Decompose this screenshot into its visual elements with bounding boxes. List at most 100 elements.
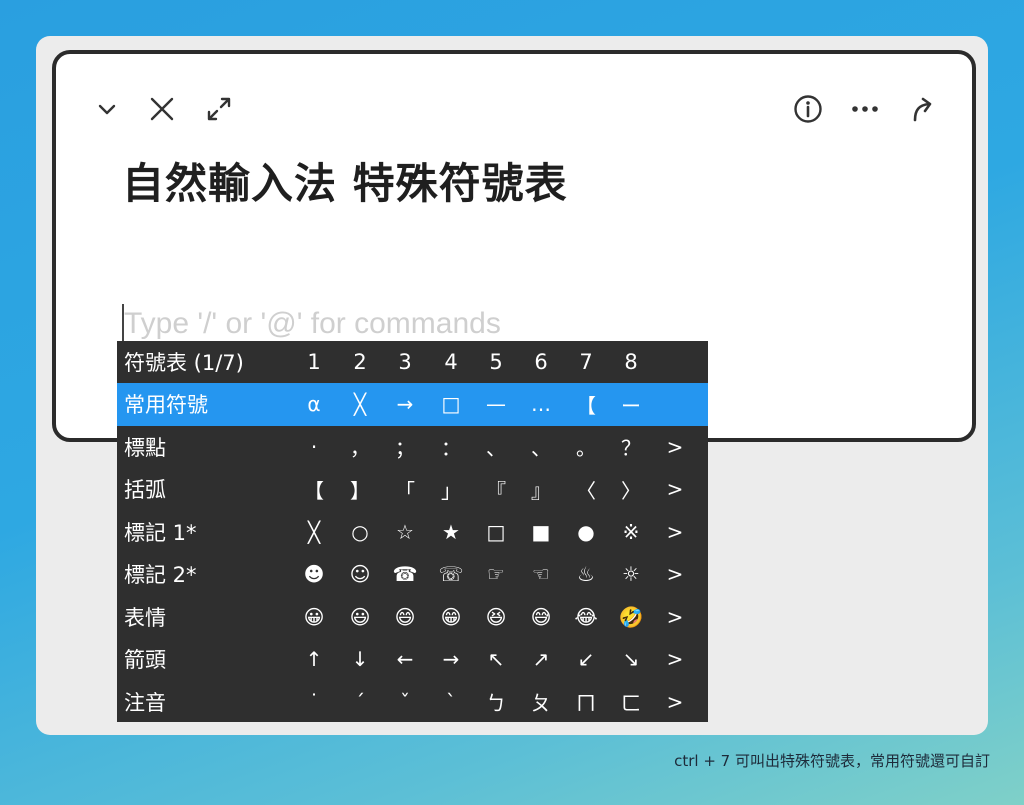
symbol-cell[interactable]: ☞ [476, 553, 516, 596]
symbol-cell[interactable]: 。 [566, 426, 606, 469]
symbol-cell[interactable]: ㄈ [611, 681, 651, 724]
row-expand-arrow[interactable]: > [665, 681, 685, 724]
symbol-cell[interactable]: ╳ [340, 383, 380, 426]
symbol-cell[interactable]: 〉 [611, 468, 651, 511]
symbol-cell[interactable]: ˊ [340, 681, 380, 724]
palette-row-marks-2[interactable]: 標記 2* ☻ ☺ ☎ ☏ ☞ ☜ ♨ ☼ > [117, 553, 708, 596]
row-expand-arrow[interactable]: > [665, 426, 685, 469]
column-number: 7 [579, 350, 593, 374]
symbol-cell[interactable]: ㄆ [521, 681, 561, 724]
column-number: 6 [534, 350, 548, 374]
column-number: 8 [624, 350, 638, 374]
expand-icon[interactable] [202, 92, 236, 126]
symbol-cell[interactable]: ； [385, 426, 425, 469]
symbol-cell[interactable]: — [476, 383, 516, 426]
symbol-cell[interactable]: → [385, 383, 425, 426]
symbol-cell[interactable]: α [294, 383, 334, 426]
symbol-cell[interactable]: ☺ [340, 553, 380, 596]
symbol-cell[interactable]: ← [385, 638, 425, 681]
symbol-cell[interactable]: 😀 [294, 596, 334, 639]
symbol-cell[interactable]: ■ [521, 511, 561, 554]
column-number: 5 [489, 350, 503, 374]
symbol-cell[interactable]: ↗ [521, 638, 561, 681]
chevron-down-icon[interactable] [90, 92, 124, 126]
symbol-cell[interactable]: ╳ [294, 511, 334, 554]
symbol-cell[interactable]: ☼ [611, 553, 651, 596]
symbol-cell[interactable]: ♨ [566, 553, 606, 596]
row-expand-arrow[interactable]: > [665, 638, 685, 681]
symbol-cell[interactable]: 😂 [566, 596, 606, 639]
command-input-placeholder[interactable]: Type '/' or '@' for commands [122, 304, 501, 344]
row-label: 括弧 [124, 478, 166, 503]
row-expand-arrow[interactable]: > [665, 511, 685, 554]
symbol-cell[interactable]: 😄 [385, 596, 425, 639]
palette-header: 符號表 (1/7) 1 2 3 4 5 6 7 8 [117, 341, 708, 383]
symbol-cell[interactable]: 🤣 [611, 596, 651, 639]
row-label: 箭頭 [124, 648, 166, 673]
column-number: 4 [444, 350, 458, 374]
palette-title: 符號表 (1/7) [124, 351, 244, 375]
column-number: 2 [353, 350, 367, 374]
symbol-cell[interactable]: ○ [340, 511, 380, 554]
palette-row-common[interactable]: 常用符號 α ╳ → □ — … 【 ー [117, 383, 708, 426]
symbol-cell[interactable]: ˋ [431, 681, 471, 724]
symbol-cell[interactable]: 、 [476, 426, 516, 469]
row-label: 標記 2* [124, 563, 197, 588]
palette-row-bopomofo[interactable]: 注音 ˙ ˊ ˇ ˋ ㄅ ㄆ ㄇ ㄈ > [117, 681, 708, 724]
row-expand-arrow[interactable]: > [665, 468, 685, 511]
symbol-cell[interactable]: ↑ [294, 638, 334, 681]
symbol-cell[interactable]: ※ [611, 511, 651, 554]
symbol-cell[interactable]: ˇ [385, 681, 425, 724]
symbol-cell[interactable]: ： [431, 426, 471, 469]
symbol-cell[interactable]: □ [431, 383, 471, 426]
symbol-cell[interactable]: ˙ [294, 681, 334, 724]
symbol-cell[interactable]: ㄇ [566, 681, 606, 724]
palette-row-punctuation[interactable]: 標點 · ， ； ： 、 、 。 ？ > [117, 426, 708, 469]
symbol-cell[interactable]: ☆ [385, 511, 425, 554]
symbol-cell[interactable]: 】 [340, 468, 380, 511]
row-expand-arrow[interactable]: > [665, 553, 685, 596]
symbol-cell[interactable]: ー [611, 383, 651, 426]
symbol-cell[interactable]: ☎ [385, 553, 425, 596]
more-icon[interactable] [848, 92, 882, 126]
row-expand-arrow[interactable]: > [665, 596, 685, 639]
symbol-cell[interactable]: ● [566, 511, 606, 554]
palette-row-brackets[interactable]: 括弧 【 】 「 」 『 』 〈 〉 > [117, 468, 708, 511]
row-label: 標記 1* [124, 520, 197, 545]
symbol-cell[interactable]: ㄅ [476, 681, 516, 724]
info-icon[interactable] [791, 92, 825, 126]
symbol-cell[interactable]: 」 [431, 468, 471, 511]
page-title: 自然輸入法 特殊符號表 [122, 159, 568, 208]
symbol-cell[interactable]: 😆 [476, 596, 516, 639]
symbol-cell[interactable]: ↓ [340, 638, 380, 681]
symbol-cell[interactable]: 〈 [566, 468, 606, 511]
symbol-cell[interactable]: 『 [476, 468, 516, 511]
symbol-cell[interactable]: ☏ [431, 553, 471, 596]
close-icon[interactable] [145, 92, 179, 126]
symbol-cell[interactable]: ★ [431, 511, 471, 554]
symbol-cell[interactable]: 😁 [431, 596, 471, 639]
symbol-cell[interactable]: 、 [521, 426, 561, 469]
symbol-cell[interactable]: ↘ [611, 638, 651, 681]
symbol-cell[interactable]: ？ [611, 426, 651, 469]
symbol-cell[interactable]: ☻ [294, 553, 334, 596]
symbol-cell[interactable]: 😅 [521, 596, 561, 639]
symbol-cell[interactable]: … [521, 383, 561, 426]
palette-row-marks-1[interactable]: 標記 1* ╳ ○ ☆ ★ □ ■ ● ※ > [117, 511, 708, 554]
palette-row-emoji[interactable]: 表情 😀 😃 😄 😁 😆 😅 😂 🤣 > [117, 596, 708, 639]
symbol-cell[interactable]: ↖ [476, 638, 516, 681]
symbol-cell[interactable]: 😃 [340, 596, 380, 639]
symbol-cell[interactable]: · [294, 426, 334, 469]
symbol-cell[interactable]: □ [476, 511, 516, 554]
symbol-cell[interactable]: → [431, 638, 471, 681]
symbol-cell[interactable]: 【 [566, 383, 606, 426]
symbol-cell[interactable]: 【 [294, 468, 334, 511]
symbol-cell[interactable]: ↙ [566, 638, 606, 681]
symbol-cell[interactable]: 』 [521, 468, 561, 511]
symbol-cell[interactable]: ， [340, 426, 380, 469]
palette-row-arrows[interactable]: 箭頭 ↑ ↓ ← → ↖ ↗ ↙ ↘ > [117, 638, 708, 681]
symbol-cell[interactable]: 「 [385, 468, 425, 511]
share-icon[interactable] [905, 92, 939, 126]
symbol-cell[interactable]: ☜ [521, 553, 561, 596]
column-number: 1 [307, 350, 321, 374]
